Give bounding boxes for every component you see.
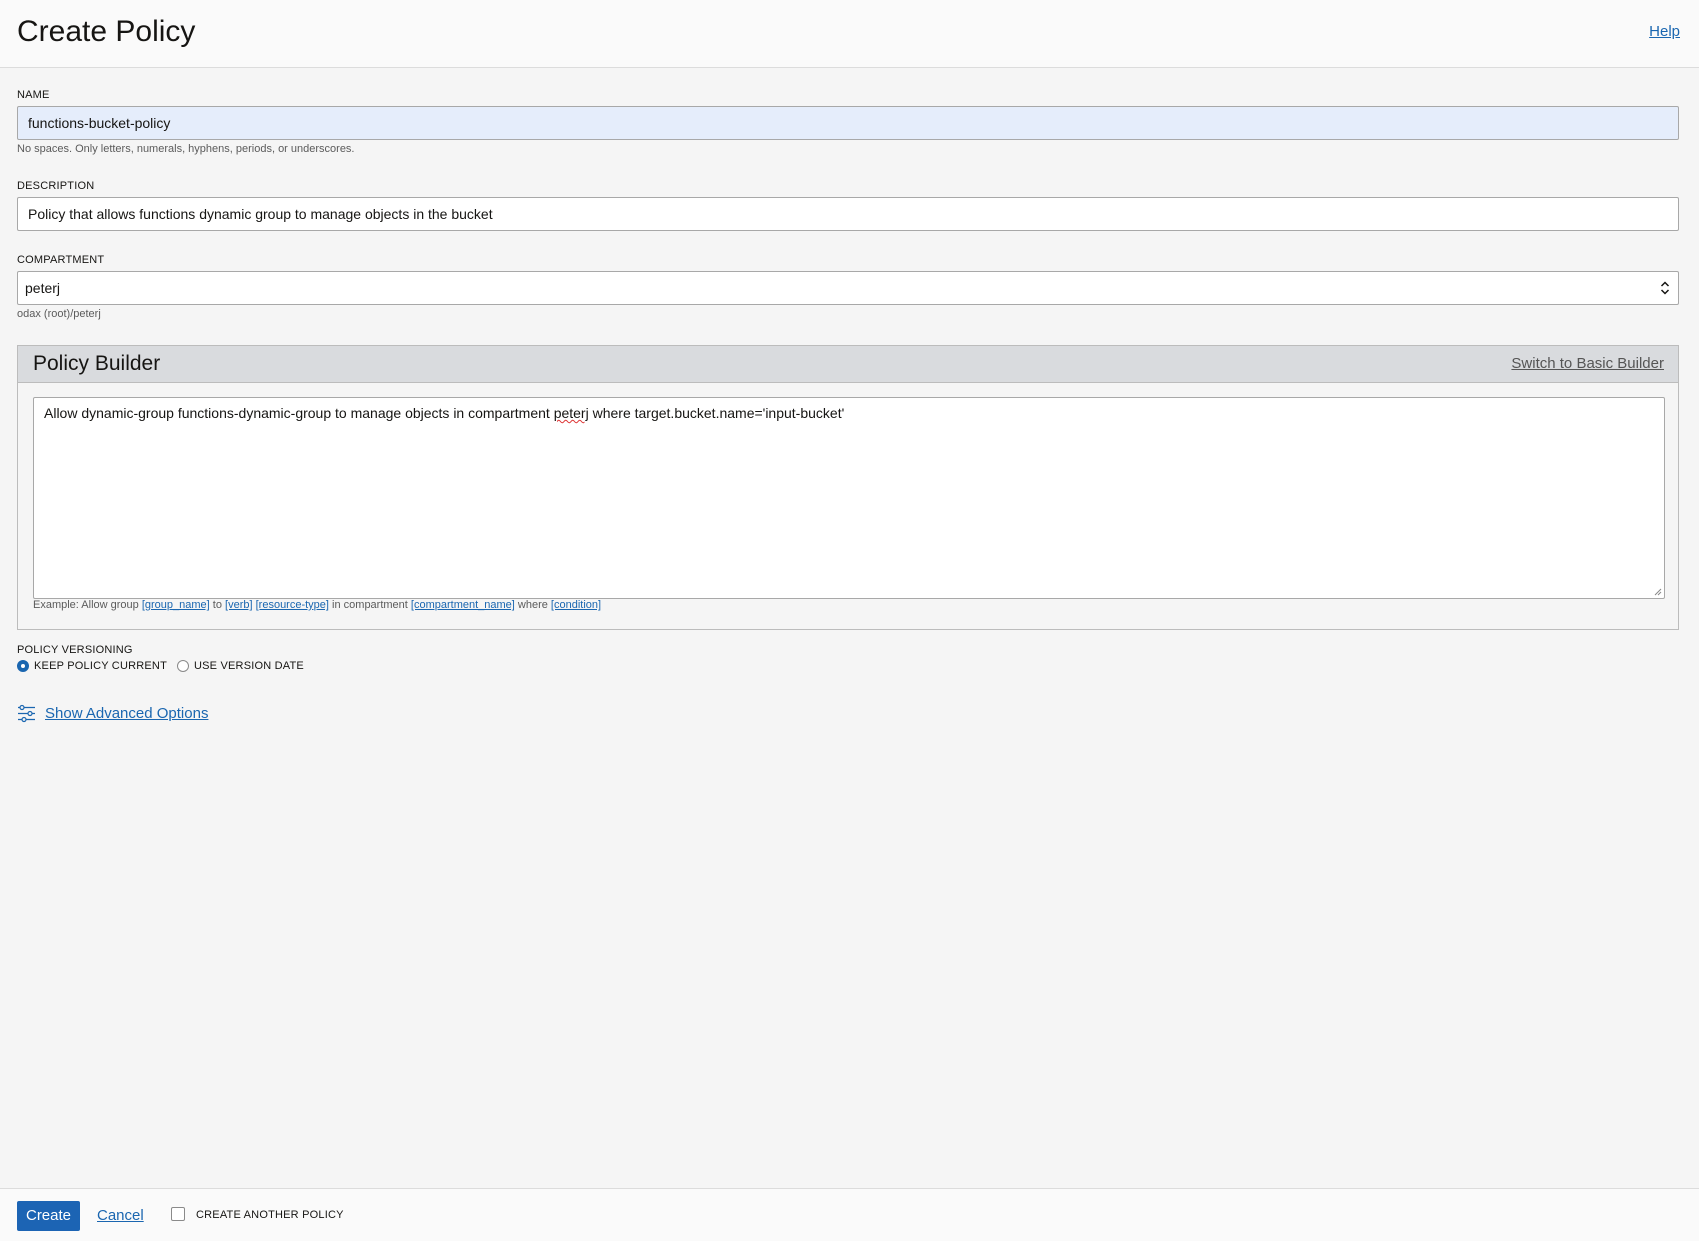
name-input[interactable]: functions-bucket-policy [17,106,1679,140]
example-group-name-link[interactable]: [group_name] [142,599,210,611]
radio-button-unselected[interactable] [177,660,189,672]
policy-builder-title: Policy Builder [33,352,161,375]
compartment-selected-value: peterj [25,280,61,296]
policy-builder-header: Policy Builder Switch to Basic Builder [18,346,1678,383]
create-another-policy-checkbox[interactable] [171,1207,185,1221]
radio-keep-policy-current-label: KEEP POLICY CURRENT [34,660,167,672]
example-prefix: Example: Allow group [33,599,142,611]
example-condition-link[interactable]: [condition] [551,599,601,611]
page-header: Create Policy Help [0,0,1699,68]
example-resource-type-link[interactable]: [resource-type] [256,599,329,611]
name-hint: No spaces. Only letters, numerals, hyphe… [17,143,355,155]
policy-example: Example: Allow group [group_name] to [ve… [33,599,601,611]
policy-statement-textarea[interactable]: Allow dynamic-group functions-dynamic-gr… [33,397,1665,599]
policy-statement-text: Allow dynamic-group functions-dynamic-gr… [44,405,554,421]
example-to-text: to [209,599,226,611]
description-label: DESCRIPTION [17,180,95,192]
compartment-select[interactable]: peterj [17,271,1679,305]
create-another-policy-label: CREATE ANOTHER POLICY [196,1209,344,1221]
example-in-compartment-text: in compartment [328,599,411,611]
radio-button-selected[interactable] [17,660,29,672]
radio-keep-policy-current[interactable]: KEEP POLICY CURRENT [17,660,167,672]
compartment-path: odax (root)/peterj [17,308,101,320]
description-input[interactable]: Policy that allows functions dynamic gro… [17,197,1679,231]
help-link[interactable]: Help [1649,23,1680,40]
example-verb-link[interactable]: [verb] [225,599,253,611]
cancel-link[interactable]: Cancel [97,1207,144,1224]
page-title: Create Policy [17,15,196,48]
spellcheck-flagged-word: peterj [553,405,589,421]
show-advanced-options-label: Show Advanced Options [45,705,209,722]
switch-to-basic-builder-link[interactable]: Switch to Basic Builder [1511,355,1664,372]
footer-bar: Create Cancel CREATE ANOTHER POLICY [0,1188,1699,1241]
show-advanced-options-link[interactable]: Show Advanced Options [17,704,208,723]
policy-statement-text-end: where target.bucket.name='input-bucket' [588,405,845,421]
example-compartment-name-link[interactable]: [compartment_name] [411,599,515,611]
policy-versioning-label: POLICY VERSIONING [17,644,133,656]
name-label: NAME [17,89,50,101]
radio-use-version-date[interactable]: USE VERSION DATE [177,660,304,672]
radio-use-version-date-label: USE VERSION DATE [194,660,304,672]
sliders-icon [18,704,35,723]
chevron-up-down-icon [1660,281,1670,295]
policy-builder-panel: Policy Builder Switch to Basic Builder A… [17,345,1679,630]
resize-grip-icon[interactable] [1653,587,1662,596]
compartment-label: COMPARTMENT [17,254,105,266]
create-button[interactable]: Create [17,1201,80,1231]
example-where-text: where [514,599,551,611]
